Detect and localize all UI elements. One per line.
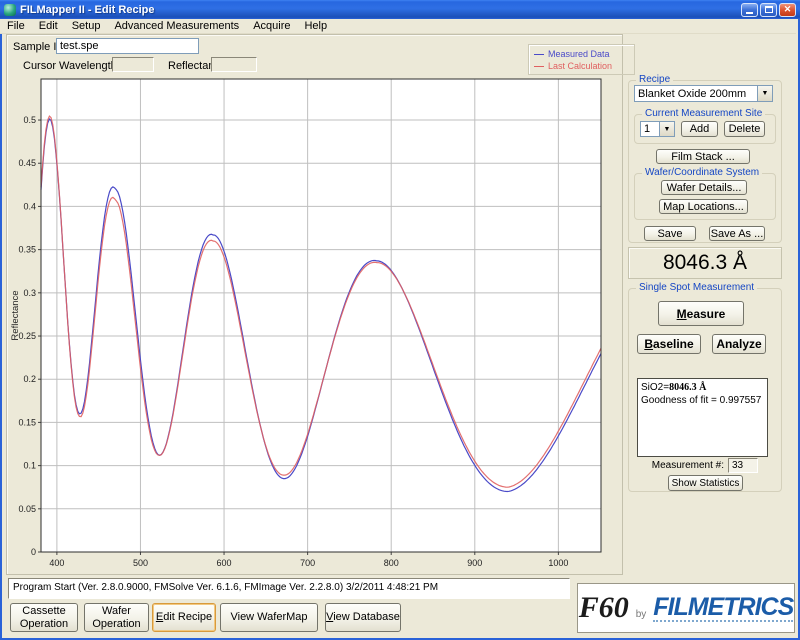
svg-text:800: 800 (384, 558, 399, 568)
logo-by: by (636, 609, 647, 620)
show-statistics-button[interactable]: Show Statistics (668, 475, 743, 491)
site-select[interactable]: 1 ▼ (640, 121, 675, 137)
chart-legend: Measured Data Last Calculation (528, 44, 635, 75)
cursor-wavelength-value (112, 57, 154, 72)
chevron-down-icon[interactable]: ▼ (757, 86, 772, 101)
wafer-details-button[interactable]: Wafer Details... (661, 180, 747, 195)
save-as-button[interactable]: Save As ... (709, 226, 765, 241)
sample-id-input[interactable] (56, 38, 199, 54)
view-database-button[interactable]: View Database (325, 603, 401, 632)
status-bar: Program Start (Ver. 2.8.0.9000, FMSolve … (8, 578, 570, 599)
menu-advanced-measurements[interactable]: Advanced Measurements (107, 19, 246, 33)
legend-calculated: Last Calculation (534, 60, 629, 72)
baseline-button[interactable]: Baseline (637, 334, 701, 354)
thickness-readout: 8046.3 Å (628, 247, 782, 279)
svg-text:0.2: 0.2 (23, 374, 36, 384)
chevron-down-icon[interactable]: ▼ (659, 122, 674, 136)
title-bar: FILMapper II - Edit Recipe ✕ (0, 0, 800, 19)
logo-brand: FILMETRICS (653, 594, 793, 622)
svg-text:Reflectance: Reflectance (10, 290, 21, 340)
close-button-icon[interactable]: ✕ (779, 3, 796, 17)
svg-text:0: 0 (31, 547, 36, 557)
result-thickness-line: SiO2=8046.3 Å (641, 381, 764, 394)
menu-bar: File Edit Setup Advanced Measurements Ac… (0, 19, 796, 34)
measured-line-icon (534, 54, 544, 55)
menu-edit[interactable]: Edit (32, 19, 65, 33)
measurement-number-input[interactable]: 33 (728, 458, 758, 473)
svg-text:0.4: 0.4 (23, 201, 36, 211)
cassette-operation-button[interactable]: CassetteOperation (10, 603, 78, 632)
save-button[interactable]: Save (644, 226, 696, 241)
spectrum-chart[interactable]: 400 500 600 700 800 900 1000 0 0.05 0.1 0.15 0.2 0.2… (9, 72, 621, 578)
map-locations-button[interactable]: Map Locations... (659, 199, 748, 214)
menu-acquire[interactable]: Acquire (246, 19, 297, 33)
view-wafermap-button[interactable]: View WaferMap (220, 603, 318, 632)
film-stack-button[interactable]: Film Stack ... (656, 149, 750, 164)
measurement-number-label: Measurement #: (640, 460, 724, 471)
result-fit-line: Goodness of fit = 0.997557 (641, 394, 764, 407)
results-box: SiO2=8046.3 Å Goodness of fit = 0.997557 (637, 378, 768, 457)
app-window: FILMapper II - Edit Recipe ✕ File Edit S… (0, 0, 800, 640)
svg-text:0.25: 0.25 (18, 331, 36, 341)
window-title: FILMapper II - Edit Recipe (20, 4, 154, 16)
svg-text:0.1: 0.1 (23, 461, 36, 471)
legend-measured: Measured Data (534, 48, 629, 60)
recipe-group-caption: Recipe (636, 74, 673, 85)
calculated-line-icon (534, 66, 544, 67)
logo-model: F60 (579, 591, 629, 625)
svg-text:600: 600 (217, 558, 232, 568)
recipe-select[interactable]: Blanket Oxide 200mm ▼ (634, 85, 773, 102)
analyze-button[interactable]: Analyze (712, 334, 766, 354)
svg-text:400: 400 (49, 558, 64, 568)
wafer-operation-button[interactable]: WaferOperation (84, 603, 149, 632)
svg-text:0.45: 0.45 (18, 158, 36, 168)
single-spot-caption: Single Spot Measurement (636, 282, 757, 293)
svg-text:0.3: 0.3 (23, 288, 36, 298)
svg-text:0.35: 0.35 (18, 245, 36, 255)
svg-text:1000: 1000 (548, 558, 568, 568)
svg-text:0.5: 0.5 (23, 115, 36, 125)
wafer-group-caption: Wafer/Coordinate System (642, 167, 762, 178)
main-panel: Sample ID: Cursor Wavelength(nm): Reflec… (6, 34, 623, 575)
measure-button[interactable]: Measure (658, 301, 744, 326)
add-site-button[interactable]: Add (681, 121, 718, 137)
app-icon (4, 4, 16, 16)
cursor-reflectance-value (211, 57, 257, 72)
menu-file[interactable]: File (0, 19, 32, 33)
svg-text:900: 900 (467, 558, 482, 568)
svg-text:500: 500 (133, 558, 148, 568)
delete-site-button[interactable]: Delete (724, 121, 765, 137)
menu-setup[interactable]: Setup (65, 19, 108, 33)
svg-text:0.15: 0.15 (18, 417, 36, 427)
svg-text:700: 700 (300, 558, 315, 568)
edit-recipe-button[interactable]: Edit Recipe (152, 603, 216, 632)
menu-help[interactable]: Help (297, 19, 334, 33)
restore-button-icon[interactable] (760, 3, 777, 17)
svg-text:0.05: 0.05 (18, 504, 36, 514)
site-group-caption: Current Measurement Site (642, 108, 765, 119)
minimize-button-icon[interactable] (741, 3, 758, 17)
brand-logo: F60 by FILMETRICS (577, 583, 795, 633)
